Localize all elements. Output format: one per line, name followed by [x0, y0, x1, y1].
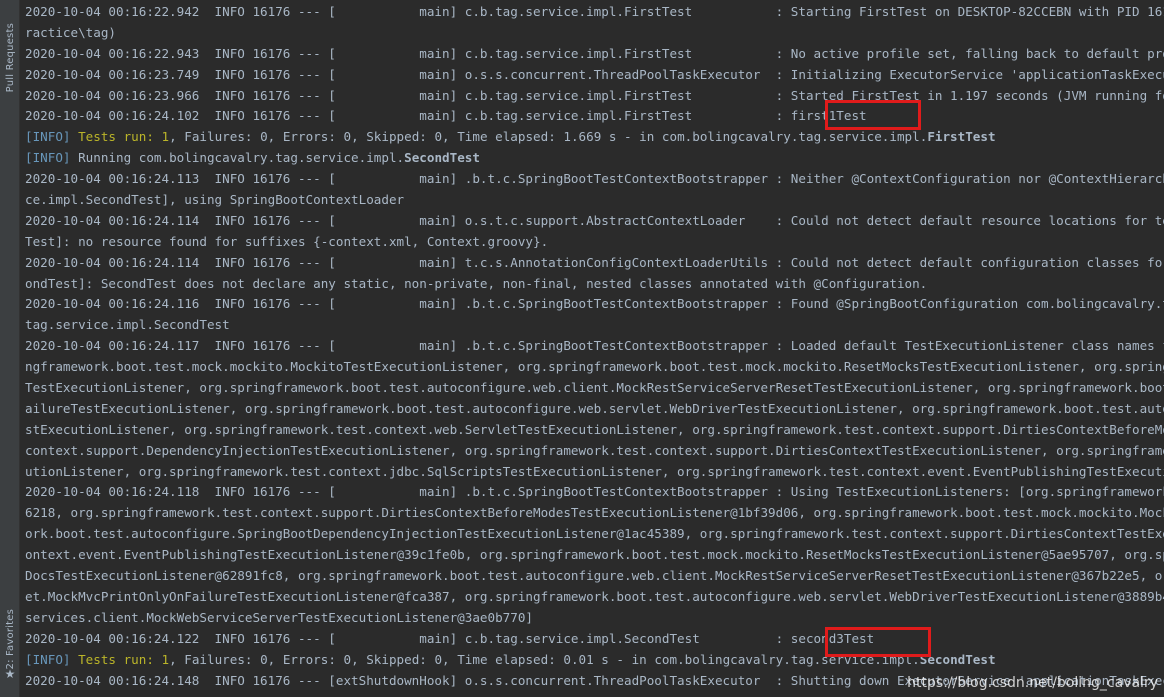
test-class-name: SecondTest — [919, 651, 996, 667]
console-log-line: ractice\tag) — [25, 24, 116, 40]
console-info-line: [INFO] Tests run: 1, Failures: 0, Errors… — [25, 650, 1164, 671]
favorites-label: 2: Favorites — [4, 608, 16, 670]
console-info-line: [INFO] Running com.bolingcavalry.tag.ser… — [25, 148, 1164, 169]
info-tag: [INFO] — [25, 150, 71, 166]
console-info-line: [INFO] Tests run: 1, Failures: 0, Errors… — [25, 127, 1164, 148]
pull-requests-label: Pull Requests — [4, 23, 16, 93]
ide-window: Pull Requests 2: Favorites ★ 2020-10-04 … — [0, 0, 1164, 697]
console-log-line: DocsTestExecutionListener@62891fc8, org.… — [25, 568, 1164, 584]
console-log-line: 2020-10-04 00:16:23.749 INFO 16176 --- [… — [25, 66, 1164, 82]
info-message: , Failures: 0, Errors: 0, Skipped: 0, Ti… — [169, 651, 920, 667]
console-log-line: 2020-10-04 00:16:24.114 INFO 16176 --- [… — [25, 254, 1164, 270]
console-log-line: et.MockMvcPrintOnlyOnFailureTestExecutio… — [25, 588, 1164, 604]
console-log-line: services.client.MockWebServiceServerTest… — [25, 609, 533, 625]
console-log-line: tag.service.impl.SecondTest — [25, 317, 230, 333]
console-log-line: 6218, org.springframework.test.context.s… — [25, 505, 1164, 521]
tests-run-count: Tests run: 1 — [78, 651, 170, 667]
console-log-line: ngframework.boot.test.mock.mockito.Mocki… — [25, 359, 1164, 375]
console-log-line: ailureTestExecutionListener, org.springf… — [25, 400, 1164, 416]
info-message: , Failures: 0, Errors: 0, Skipped: 0, Ti… — [169, 129, 928, 145]
watermark: https://blog.csdn.net/boling_cavalry — [907, 675, 1158, 691]
console-log-line: ce.impl.SecondTest], using SpringBootCon… — [25, 192, 405, 208]
console-log-line: 2020-10-04 00:16:24.118 INFO 16176 --- [… — [25, 484, 1164, 500]
console-log-line: 2020-10-04 00:16:24.116 INFO 16176 --- [… — [25, 296, 1164, 312]
console-log-line: 2020-10-04 00:16:24.122 INFO 16176 --- [… — [25, 630, 875, 646]
console-lines: 2020-10-04 00:16:22.942 INFO 16176 --- [… — [25, 2, 1164, 691]
console-log-line: ondTest]: SecondTest does not declare an… — [25, 275, 928, 291]
info-tag: [INFO] — [25, 129, 71, 145]
console-log-line: context.support.DependencyInjectionTestE… — [25, 442, 1164, 458]
info-tag: [INFO] — [25, 651, 71, 667]
console-log-line: ork.boot.test.autoconfigure.SpringBootDe… — [25, 526, 1164, 542]
star-icon[interactable]: ★ — [3, 667, 17, 681]
test-class-name: FirstTest — [927, 129, 996, 145]
console-log-line: 2020-10-04 00:16:24.113 INFO 16176 --- [… — [25, 171, 1164, 187]
console-log-line: ontext.event.EventPublishingTestExecutio… — [25, 547, 1164, 563]
tests-run-count: Tests run: 1 — [78, 129, 170, 145]
console-log-line: 2020-10-04 00:16:22.943 INFO 16176 --- [… — [25, 45, 1164, 61]
console-log-line: stExecutionListener, org.springframework… — [25, 421, 1164, 437]
tab-pull-requests[interactable]: Pull Requests — [1, 6, 19, 110]
console-log-line: 2020-10-04 00:16:24.114 INFO 16176 --- [… — [25, 212, 1164, 228]
console-log-line: Test]: no resource found for suffixes {-… — [25, 233, 549, 249]
console-log-line: 2020-10-04 00:16:22.942 INFO 16176 --- [… — [25, 4, 1164, 19]
info-message: Running com.bolingcavalry.tag.service.im… — [70, 150, 405, 166]
console-log-line: TestExecutionListener, org.springframewo… — [25, 380, 1164, 396]
console-log-line: 2020-10-04 00:16:24.117 INFO 16176 --- [… — [25, 338, 1164, 354]
console-log-line: 2020-10-04 00:16:23.966 INFO 16176 --- [… — [25, 87, 1164, 103]
console-log-line: utionListener, org.springframework.test.… — [25, 463, 1164, 479]
test-class-name: SecondTest — [404, 150, 480, 166]
left-tool-strip: Pull Requests 2: Favorites ★ — [0, 0, 20, 697]
console-log-line: 2020-10-04 00:16:24.102 INFO 16176 --- [… — [25, 108, 867, 124]
run-console-output[interactable]: 2020-10-04 00:16:22.942 INFO 16176 --- [… — [20, 0, 1164, 697]
